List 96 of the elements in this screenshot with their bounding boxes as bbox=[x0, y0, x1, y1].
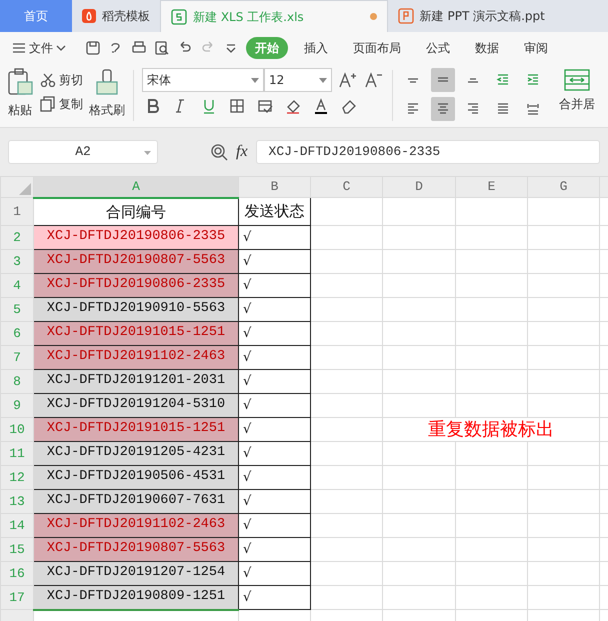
column-header[interactable]: E bbox=[456, 176, 528, 198]
file-menu[interactable]: 文件 bbox=[12, 39, 66, 57]
caret-icon bbox=[319, 78, 327, 82]
ribbon-tab[interactable]: 页面布局 bbox=[344, 37, 410, 59]
annotation-text: 重复数据被标出 bbox=[382, 418, 600, 442]
distribute-icon bbox=[525, 101, 541, 117]
column-header[interactable]: C bbox=[310, 176, 382, 198]
row-number: 14 bbox=[0, 514, 34, 538]
status-cell: √ bbox=[238, 370, 310, 394]
paste-button[interactable]: 粘贴 bbox=[6, 68, 34, 119]
font-name-dropdown[interactable]: 宋体 bbox=[142, 68, 264, 92]
spreadsheet-file-icon bbox=[171, 8, 187, 24]
status-cell: √ bbox=[238, 394, 310, 418]
table-cell[interactable]: XCJ-DFTDJ20190910-5563 bbox=[34, 298, 238, 322]
align-bottom-icon bbox=[467, 78, 479, 82]
row-number: 11 bbox=[0, 442, 34, 466]
row-number: 2 bbox=[0, 226, 34, 250]
status-cell: √ bbox=[238, 346, 310, 370]
column-header[interactable]: G bbox=[528, 176, 600, 198]
row-number: 4 bbox=[0, 274, 34, 298]
ribbon-tab[interactable]: 数据 bbox=[466, 37, 508, 59]
menu-icon bbox=[12, 42, 26, 54]
row-number: 9 bbox=[0, 394, 34, 418]
merge-cells-icon bbox=[563, 68, 591, 92]
caret-icon bbox=[251, 78, 259, 82]
chevron-down-icon bbox=[56, 44, 66, 52]
table-cell[interactable]: XCJ-DFTDJ20190506-4531 bbox=[34, 466, 238, 490]
header-cell: 发送状态 bbox=[238, 198, 310, 226]
flame-logo-icon bbox=[82, 9, 96, 23]
document-tab[interactable]: 新建 PPT 演示文稿.ppt bbox=[388, 0, 555, 32]
presentation-file-icon bbox=[398, 8, 414, 24]
table-cell[interactable]: XCJ-DFTDJ20191204-5310 bbox=[34, 394, 238, 418]
bold-icon[interactable] bbox=[145, 98, 161, 114]
eraser-icon[interactable] bbox=[341, 98, 357, 114]
underline-icon[interactable] bbox=[201, 98, 217, 114]
copy-icon bbox=[40, 96, 56, 112]
cut-button[interactable]: 剪切 bbox=[40, 71, 83, 89]
ribbon-tab[interactable]: 审阅 bbox=[515, 37, 557, 59]
ribbon-tab[interactable]: 插入 bbox=[295, 37, 337, 59]
cell-style-icon[interactable] bbox=[257, 98, 273, 114]
row-number: 12 bbox=[0, 466, 34, 490]
status-cell: √ bbox=[238, 226, 310, 250]
row-number: 6 bbox=[0, 322, 34, 346]
column-header[interactable]: B bbox=[238, 176, 310, 198]
status-cell: √ bbox=[238, 322, 310, 346]
row-number: 13 bbox=[0, 490, 34, 514]
status-cell: √ bbox=[238, 274, 310, 298]
row-number: 5 bbox=[0, 298, 34, 322]
row-number: 16 bbox=[0, 562, 34, 586]
status-cell: √ bbox=[238, 586, 310, 610]
caret-icon bbox=[144, 151, 151, 155]
alignment-button[interactable] bbox=[431, 97, 455, 121]
status-cell: √ bbox=[238, 298, 310, 322]
font-size-dropdown[interactable]: 12 bbox=[264, 68, 332, 92]
align-top-icon bbox=[407, 78, 419, 82]
zoom-icon bbox=[210, 143, 228, 161]
status-cell: √ bbox=[238, 466, 310, 490]
function-label: fx bbox=[236, 142, 248, 162]
formula-field[interactable]: XCJ-DFTDJ20190806-2335 bbox=[256, 140, 600, 164]
font-color-icon[interactable] bbox=[313, 98, 329, 114]
table-cell[interactable]: XCJ-DFTDJ20190809-1251 bbox=[34, 586, 238, 610]
status-cell: √ bbox=[238, 442, 310, 466]
increase-font-icon[interactable] bbox=[338, 71, 358, 89]
borders-icon[interactable] bbox=[229, 98, 245, 114]
status-cell: √ bbox=[238, 538, 310, 562]
row-number: 10 bbox=[0, 418, 34, 442]
save-icon[interactable] bbox=[85, 40, 101, 56]
merge-center-button[interactable]: 合并居 bbox=[559, 68, 595, 123]
fill-color-icon[interactable] bbox=[285, 98, 301, 114]
row-number: 8 bbox=[0, 370, 34, 394]
table-cell[interactable]: XCJ-DFTDJ20191207-1254 bbox=[34, 562, 238, 586]
status-cell: √ bbox=[238, 562, 310, 586]
status-cell: √ bbox=[238, 514, 310, 538]
format-painter-button[interactable]: 格式刷 bbox=[89, 68, 125, 119]
document-tab[interactable]: 稻壳模板 bbox=[72, 0, 160, 32]
row-number: 1 bbox=[0, 198, 34, 226]
decrease-font-icon[interactable] bbox=[364, 71, 384, 89]
status-cell: √ bbox=[238, 418, 310, 442]
copy-button[interactable]: 复制 bbox=[40, 95, 83, 113]
corner-triangle-icon bbox=[19, 183, 31, 195]
scissors-icon bbox=[40, 73, 56, 87]
row-number: 15 bbox=[0, 538, 34, 562]
alignment-button[interactable] bbox=[431, 68, 455, 92]
column-header[interactable]: D bbox=[382, 176, 456, 198]
status-cell: √ bbox=[238, 490, 310, 514]
row-number: 3 bbox=[0, 250, 34, 274]
print-preview-icon[interactable] bbox=[154, 40, 170, 56]
status-cell: √ bbox=[238, 250, 310, 274]
table-cell[interactable]: XCJ-DFTDJ20191205-4231 bbox=[34, 442, 238, 466]
name-box[interactable]: A2 bbox=[8, 140, 158, 164]
row-number: 17 bbox=[0, 586, 34, 610]
row-number: 7 bbox=[0, 346, 34, 370]
table-cell[interactable]: XCJ-DFTDJ20191201-2031 bbox=[34, 370, 238, 394]
table-cell[interactable]: XCJ-DFTDJ20190607-7631 bbox=[34, 490, 238, 514]
table-cell[interactable]: XCJ-DFTDJ20190806-2335 bbox=[34, 226, 238, 250]
ribbon-tab[interactable]: 公式 bbox=[417, 37, 459, 59]
